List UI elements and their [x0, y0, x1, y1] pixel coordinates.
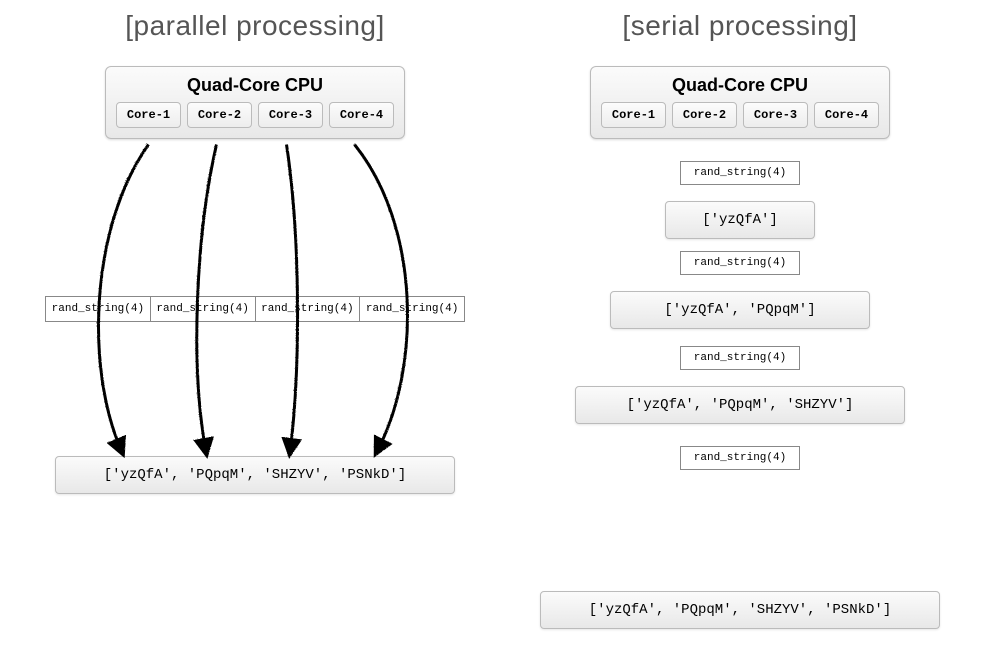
cpu-title: Quad-Core CPU	[601, 75, 879, 96]
core-4: Core-4	[329, 102, 394, 128]
parallel-column: [parallel processing] Quad-Core CPU Core…	[30, 0, 480, 586]
serial-result-2: ['yzQfA', 'PQpqM']	[610, 291, 870, 329]
serial-call-3: rand_string(4)	[680, 346, 800, 370]
core-1: Core-1	[601, 102, 666, 128]
serial-cpu: Quad-Core CPU Core-1 Core-2 Core-3 Core-…	[590, 66, 890, 139]
parallel-result: ['yzQfA', 'PQpqM', 'SHZYV', 'PSNkD']	[55, 456, 455, 494]
call-1: rand_string(4)	[45, 296, 151, 322]
serial-result-4: ['yzQfA', 'PQpqM', 'SHZYV', 'PSNkD']	[540, 591, 940, 629]
call-3: rand_string(4)	[256, 296, 361, 322]
core-2: Core-2	[672, 102, 737, 128]
call-2: rand_string(4)	[151, 296, 256, 322]
serial-column: [serial processing] Quad-Core CPU Core-1…	[520, 0, 960, 646]
parallel-calls: rand_string(4) rand_string(4) rand_strin…	[45, 296, 465, 322]
core-3: Core-3	[743, 102, 808, 128]
call-4: rand_string(4)	[360, 296, 465, 322]
serial-title: [serial processing]	[520, 10, 960, 42]
core-1: Core-1	[116, 102, 181, 128]
cpu-title: Quad-Core CPU	[116, 75, 394, 96]
core-3: Core-3	[258, 102, 323, 128]
serial-call-2: rand_string(4)	[680, 251, 800, 275]
serial-call-4: rand_string(4)	[680, 446, 800, 470]
serial-result-1: ['yzQfA']	[665, 201, 815, 239]
core-4: Core-4	[814, 102, 879, 128]
parallel-cpu: Quad-Core CPU Core-1 Core-2 Core-3 Core-…	[105, 66, 405, 139]
parallel-title: [parallel processing]	[30, 10, 480, 42]
parallel-arrows	[30, 66, 480, 586]
core-2: Core-2	[187, 102, 252, 128]
serial-call-1: rand_string(4)	[680, 161, 800, 185]
serial-result-3: ['yzQfA', 'PQpqM', 'SHZYV']	[575, 386, 905, 424]
